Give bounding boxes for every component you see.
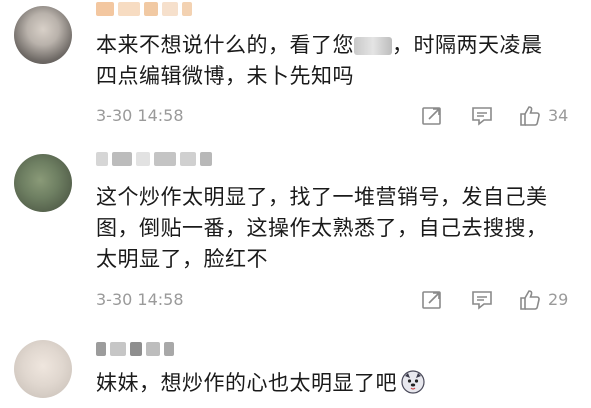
comment-meta: 3-30 14:58 34: [96, 104, 576, 128]
share-icon[interactable]: [420, 288, 444, 312]
comment-timestamp: 3-30 14:58: [96, 290, 184, 309]
comment-icon[interactable]: [470, 104, 494, 128]
username-blurred[interactable]: [96, 0, 192, 18]
thumbs-up-icon[interactable]: [518, 104, 542, 128]
comment-item: 本来不想说什么的，看了您 ，时隔两天凌晨 四点编辑微博，未卜先知吗 3-30 14…: [0, 0, 591, 140]
like-count: 29: [548, 290, 569, 309]
username-blurred[interactable]: [96, 340, 174, 358]
avatar[interactable]: [14, 154, 72, 212]
username-blurred[interactable]: [96, 150, 212, 168]
comment-timestamp: 3-30 14:58: [96, 106, 184, 125]
comment-text: 妹妹，想炒作的心也太明显了吧: [96, 368, 576, 399]
thumbs-up-icon[interactable]: [518, 288, 542, 312]
comment-item: 妹妹，想炒作的心也太明显了吧: [0, 330, 591, 408]
comment-text: 本来不想说什么的，看了您 ，时隔两天凌晨 四点编辑微博，未卜先知吗: [96, 33, 543, 88]
comment-icon[interactable]: [470, 288, 494, 312]
avatar[interactable]: [14, 6, 72, 64]
avatar[interactable]: [14, 340, 72, 398]
dog-face-emoji: [401, 370, 425, 394]
comment-text: 这个炒作太明显了，找了一堆营销号，发自己美 图，倒贴一番，这操作太熟悉了，自己去…: [96, 185, 548, 271]
like-count: 34: [548, 106, 569, 125]
comment-meta: 3-30 14:58 29: [96, 288, 576, 312]
blurred-username: [354, 37, 392, 55]
comment-item: 这个炒作太明显了，找了一堆营销号，发自己美 图，倒贴一番，这操作太熟悉了，自己去…: [0, 140, 591, 330]
share-icon[interactable]: [420, 104, 444, 128]
